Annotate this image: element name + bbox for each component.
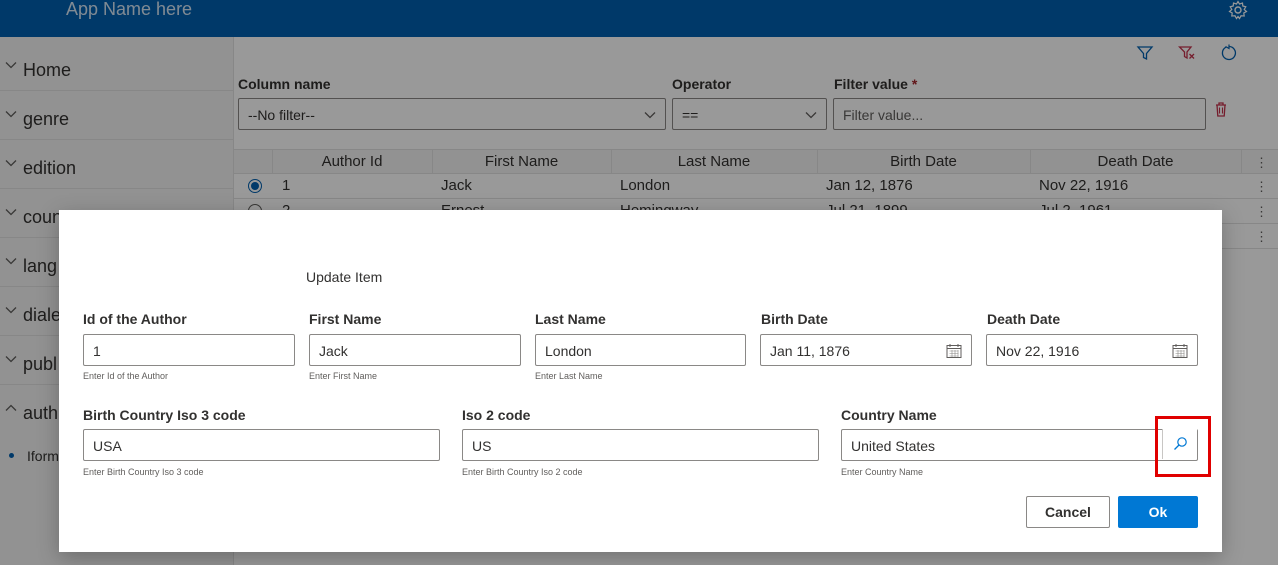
first-name-hint: Enter First Name	[309, 371, 378, 381]
iso2-hint: Enter Birth Country Iso 2 code	[462, 467, 583, 477]
iso3-input[interactable]: USA	[83, 429, 440, 461]
iso2-input[interactable]: US	[462, 429, 819, 461]
birth-date-label: Birth Date	[761, 311, 828, 327]
last-name-value: London	[545, 343, 592, 359]
iso2-label: Iso 2 code	[462, 407, 531, 423]
country-name-value: United States	[851, 438, 936, 454]
birth-date-picker[interactable]: Jan 11, 1876	[760, 334, 972, 366]
first-name-input[interactable]: Jack	[309, 334, 521, 366]
death-date-value: Nov 22, 1916	[996, 343, 1080, 359]
country-name-input[interactable]: United States	[841, 429, 1198, 461]
iso3-label: Birth Country Iso 3 code	[83, 407, 246, 423]
last-name-hint: Enter Last Name	[535, 371, 603, 381]
calendar-icon[interactable]	[1172, 343, 1188, 359]
highlight-box	[1155, 416, 1211, 477]
birth-date-value: Jan 11, 1876	[770, 343, 850, 359]
country-name-hint: Enter Country Name	[841, 467, 924, 477]
last-name-label: Last Name	[535, 311, 606, 327]
author-id-input[interactable]: 1	[83, 334, 295, 366]
last-name-input[interactable]: London	[535, 334, 746, 366]
first-name-label: First Name	[309, 311, 382, 327]
death-date-label: Death Date	[987, 311, 1061, 327]
calendar-icon[interactable]	[946, 343, 962, 359]
iso3-hint: Enter Birth Country Iso 3 code	[83, 467, 204, 477]
author-id-value: 1	[93, 343, 101, 359]
update-item-dialog: Update Item Id of the Author 1 Enter Id …	[59, 210, 1222, 552]
cancel-button[interactable]: Cancel	[1026, 496, 1110, 528]
author-id-hint: Enter Id of the Author	[83, 371, 169, 381]
iso3-value: USA	[93, 438, 122, 454]
author-id-label: Id of the Author	[83, 311, 187, 327]
death-date-picker[interactable]: Nov 22, 1916	[986, 334, 1198, 366]
ok-button[interactable]: Ok	[1118, 496, 1198, 528]
dialog-title: Update Item	[306, 269, 383, 285]
iso2-value: US	[472, 438, 492, 454]
first-name-value: Jack	[319, 343, 348, 359]
country-name-label: Country Name	[841, 407, 937, 423]
